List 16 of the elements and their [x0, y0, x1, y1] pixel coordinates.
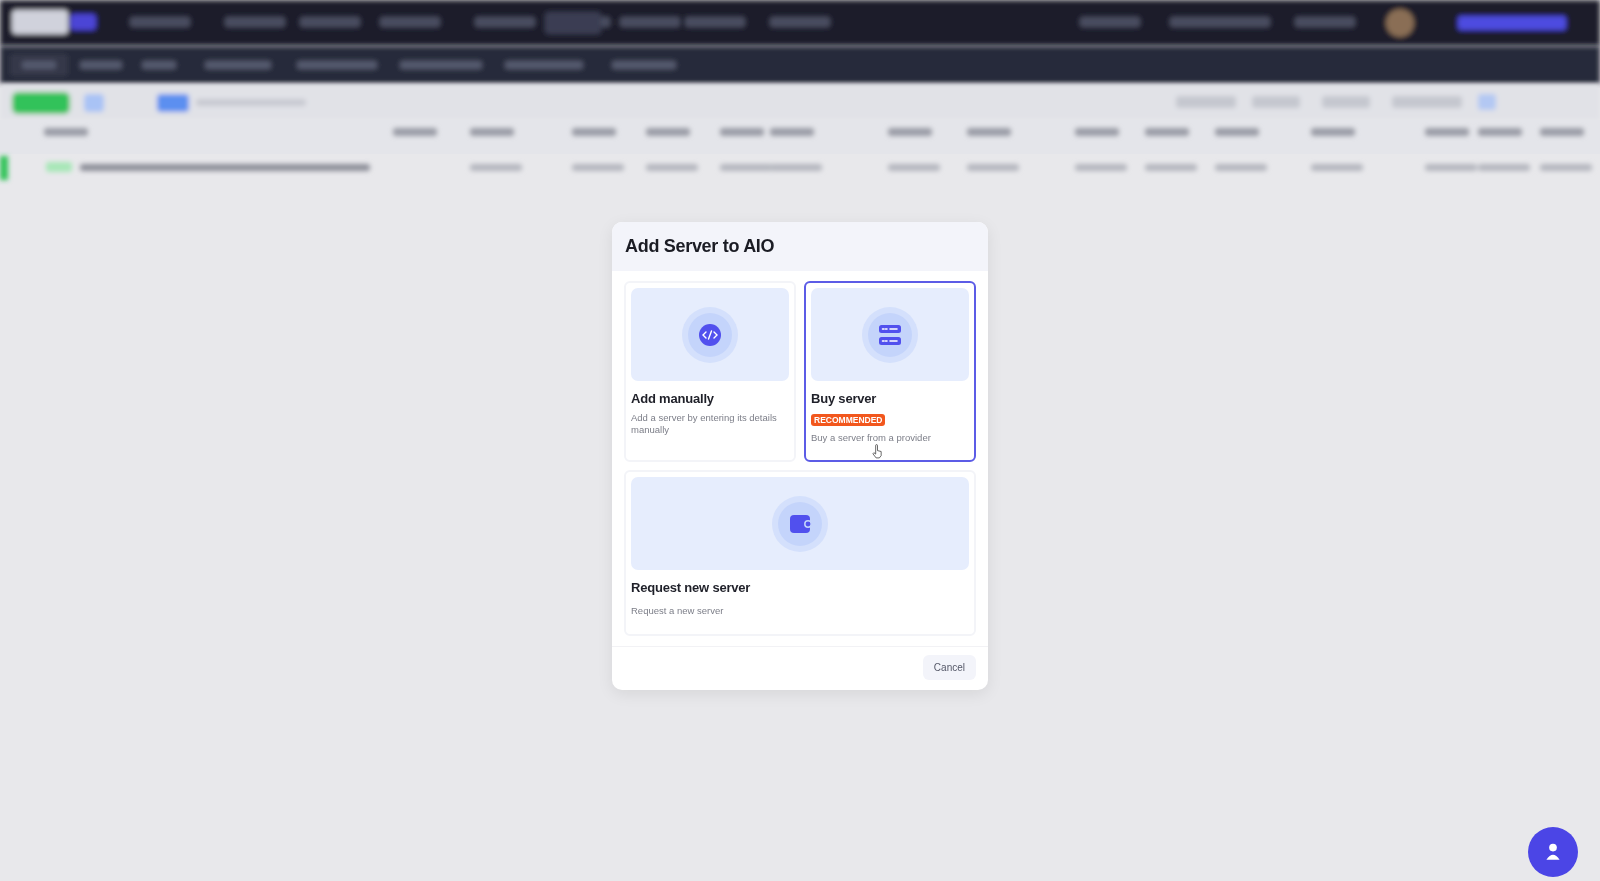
code-icon: [682, 306, 738, 363]
dialog-title: Add Server to AIO: [625, 236, 775, 256]
option-title: Add manually: [631, 391, 714, 406]
recommended-badge: RECOMMENDED: [811, 414, 886, 426]
option-title: Buy server: [811, 391, 877, 406]
hand-cursor-icon: [872, 444, 883, 460]
option-title: Request new server: [631, 580, 751, 596]
option-description: Buy a server from a provider: [811, 432, 931, 445]
server-option-card[interactable]: Add manually Add a server by entering its details manually: [624, 281, 796, 463]
wallet-icon: [772, 495, 828, 552]
option-description: Add a server by entering its details manually: [631, 412, 778, 437]
server-option-card[interactable]: Buy server RECOMMENDED Buy a server from a provider: [804, 281, 976, 463]
server-option-card[interactable]: Request new server Request a new server: [624, 470, 976, 636]
cancel-button[interactable]: Cancel: [922, 654, 976, 680]
server-icon: [862, 306, 918, 363]
option-description: Request a new server: [631, 605, 724, 618]
